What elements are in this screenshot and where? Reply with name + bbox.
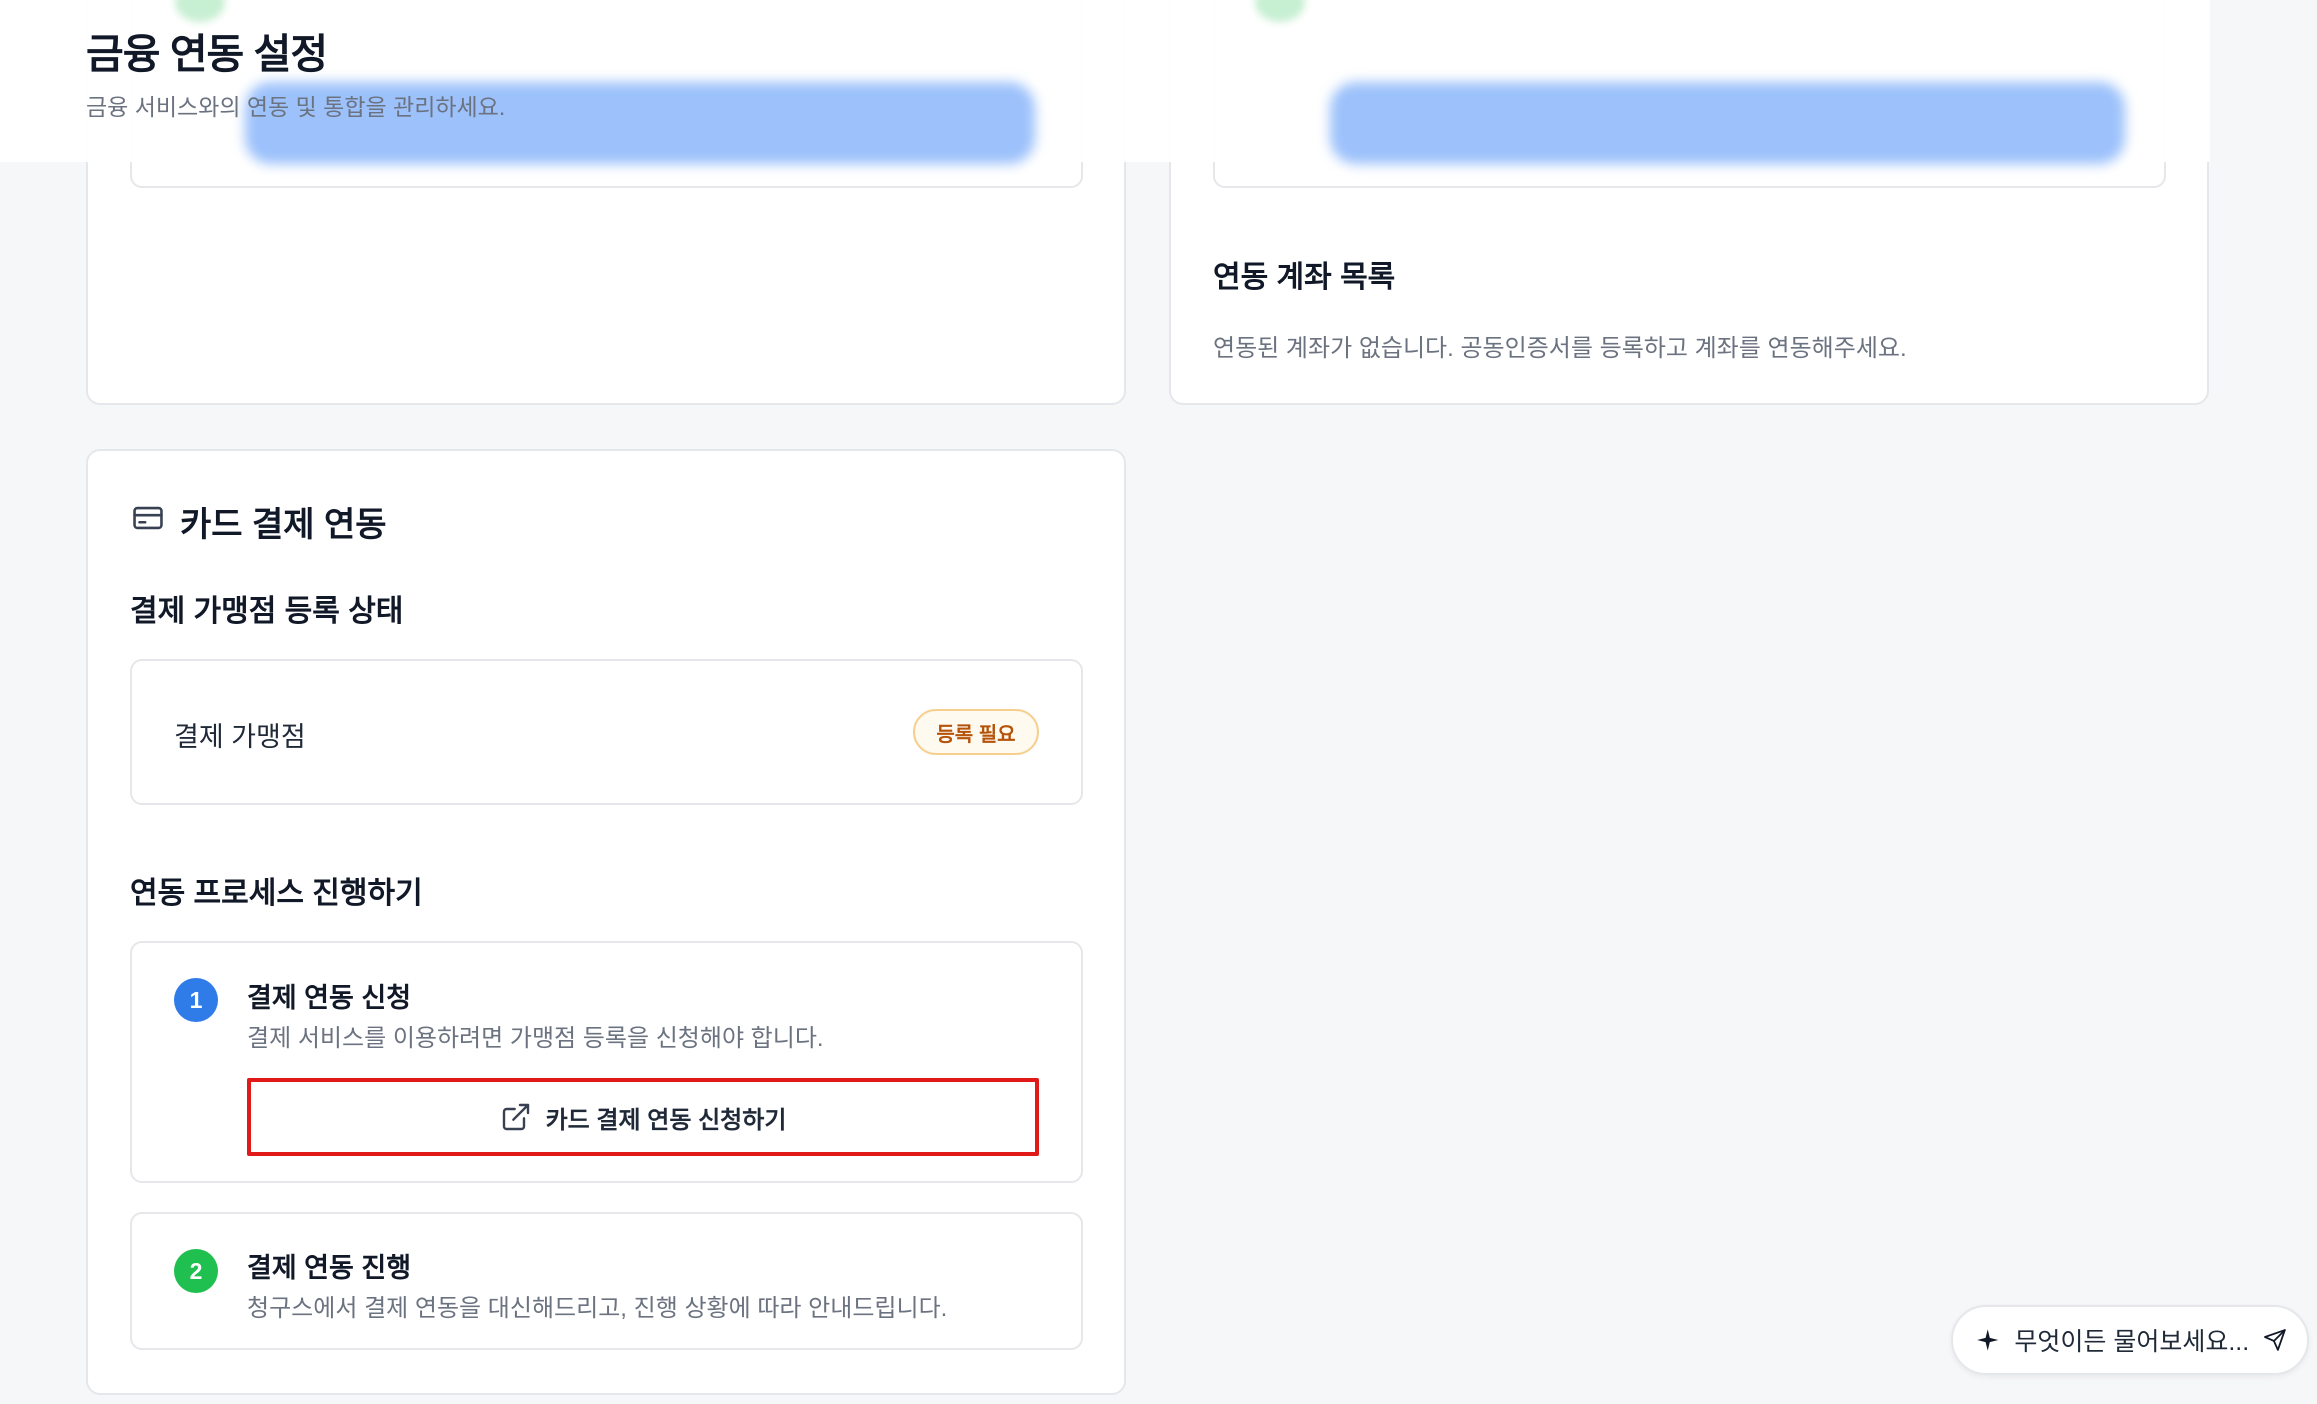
account-list-title: 연동 계좌 목록 bbox=[1213, 261, 1396, 294]
apply-card-payment-button[interactable]: 카드 결제 연동 신청하기 bbox=[247, 1078, 1039, 1156]
page-subtitle: 금융 서비스와의 연동 및 통합을 관리하세요. bbox=[86, 94, 506, 120]
page-header: 금융 연동 설정 금융 서비스와의 연동 및 통합을 관리하세요. bbox=[0, 0, 2210, 164]
apply-button-label: 카드 결제 연동 신청하기 bbox=[545, 1106, 787, 1134]
page: 연동 계좌 목록 연동된 계좌가 없습니다. 공동인증서를 등록하고 계좌를 연… bbox=[0, 0, 2317, 1404]
step-1-description: 결제 서비스를 이용하려면 가맹점 등록을 신청해야 합니다. bbox=[247, 1025, 824, 1052]
status-badge: 등록 필요 bbox=[913, 709, 1039, 755]
blurred-status-dot-right bbox=[1255, 0, 1305, 22]
send-icon[interactable] bbox=[2263, 1325, 2287, 1355]
merchant-label: 결제 가맹점 bbox=[174, 722, 306, 752]
sparkle-icon bbox=[1977, 1329, 1999, 1351]
step-1-number: 1 bbox=[174, 978, 218, 1022]
page-title: 금융 연동 설정 bbox=[86, 31, 328, 77]
process-title: 연동 프로세스 진행하기 bbox=[130, 877, 423, 910]
assistant-placeholder: 무엇이든 물어보세요... bbox=[2014, 1328, 2250, 1356]
card-payment-title: 카드 결제 연동 bbox=[180, 506, 387, 544]
step-2-title: 결제 연동 진행 bbox=[247, 1253, 412, 1283]
blurred-status-dot-left bbox=[175, 0, 225, 22]
step-2-number: 2 bbox=[174, 1249, 218, 1293]
merchant-status-title: 결제 가맹점 등록 상태 bbox=[130, 595, 404, 628]
assistant-input[interactable]: 무엇이든 물어보세요... bbox=[1951, 1305, 2309, 1375]
step-1-title: 결제 연동 신청 bbox=[247, 983, 412, 1013]
step-2-description: 청구스에서 결제 연동을 대신해드리고, 진행 상황에 따라 안내드립니다. bbox=[247, 1295, 948, 1322]
external-link-icon bbox=[502, 1103, 529, 1131]
credit-card-icon bbox=[133, 506, 163, 530]
blurred-button-right bbox=[1330, 82, 2125, 164]
account-list-empty-message: 연동된 계좌가 없습니다. 공동인증서를 등록하고 계좌를 연동해주세요. bbox=[1213, 335, 1907, 362]
